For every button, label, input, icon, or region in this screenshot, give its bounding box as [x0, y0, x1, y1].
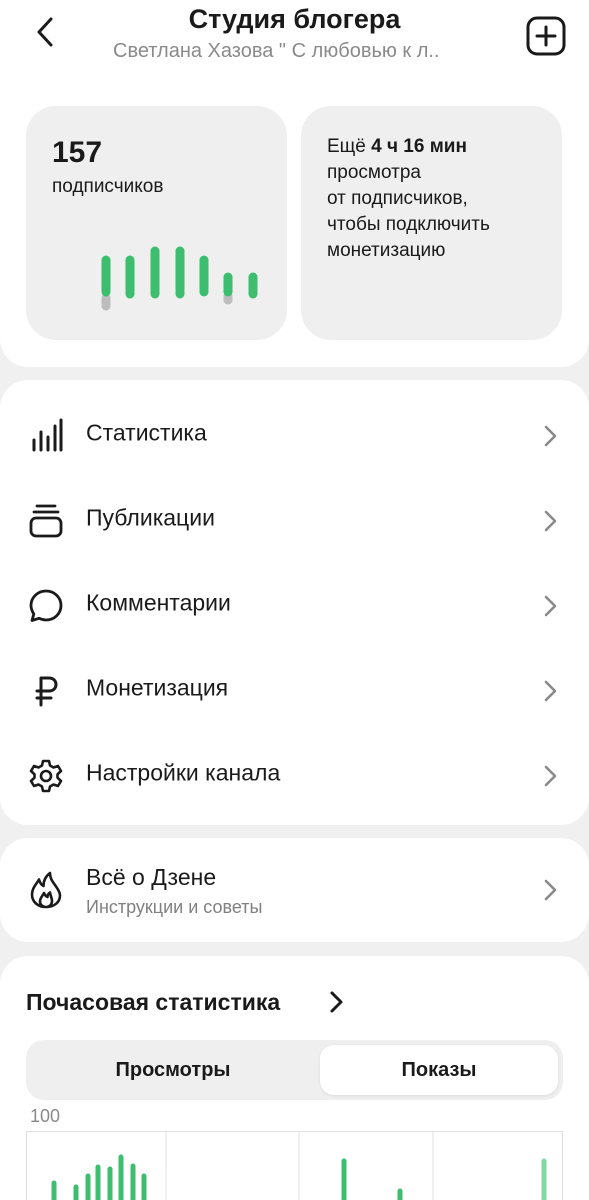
- about-title: Всё о Дзене: [86, 864, 217, 890]
- subscribers-count: 157: [52, 136, 103, 169]
- menu-label-statistics: Статистика: [86, 419, 207, 446]
- bar-chart-icon: [32, 418, 63, 452]
- metric-switcher: Просмотры Показы: [26, 1040, 563, 1100]
- menu-label-publications: Публикации: [86, 504, 215, 531]
- monet-time: 4 ч 16 мин: [371, 136, 467, 157]
- menu-item-publications[interactable]: Публикации: [0, 479, 589, 564]
- monet-line3: от подписчиков,: [327, 188, 468, 209]
- monet-line4: чтобы подключить: [327, 214, 490, 235]
- monet-line5: монетизацию: [327, 240, 446, 261]
- about-subtitle: Инструкции и советы: [86, 897, 263, 917]
- subscribers-mini-chart: [101, 246, 258, 311]
- chevron-right-icon: [544, 765, 557, 787]
- gear-icon: [29, 759, 63, 793]
- menu-label-channel-settings: Настройки канала: [86, 759, 281, 786]
- subscribers-label: подписчиков: [52, 176, 164, 197]
- comment-icon: [29, 589, 63, 622]
- menu-item-comments[interactable]: Комментарии: [0, 564, 589, 649]
- menu-item-channel-settings[interactable]: Настройки канала: [0, 734, 589, 819]
- monetization-progress-card[interactable]: Ещё 4 ч 16 мин просмотра от подписчиков,…: [301, 106, 562, 340]
- monet-prefix: Ещё: [327, 136, 372, 157]
- about-zen-item[interactable]: Всё о Дзене Инструкции и советы: [0, 838, 589, 942]
- chevron-right-icon[interactable]: [326, 990, 346, 1014]
- menu-item-statistics[interactable]: Статистика: [0, 394, 589, 479]
- overview-section: 157 подписчиков Ещё 4 ч 16 мин просмотра…: [0, 100, 589, 367]
- hourly-stats-title[interactable]: Почасовая статистика: [26, 989, 280, 1016]
- stack-icon: [29, 504, 63, 538]
- chevron-right-icon: [544, 595, 557, 617]
- header: Студия блогера Светлана Хазова " С любов…: [0, 0, 589, 100]
- chevron-right-icon: [544, 425, 557, 447]
- studio-menu: Статистика Публикации Комментарии Монети…: [0, 380, 589, 825]
- flame-icon: [30, 871, 62, 909]
- subscribers-card[interactable]: 157 подписчиков: [26, 106, 287, 340]
- chart-frame: [26, 1131, 563, 1200]
- monet-line2: просмотра: [327, 162, 421, 183]
- chevron-right-icon: [544, 510, 557, 532]
- add-button[interactable]: [526, 16, 566, 56]
- plus-square-icon: [526, 16, 566, 56]
- chevron-right-icon: [544, 879, 557, 901]
- channel-name: Светлана Хазова " С любовью к л..: [113, 40, 440, 62]
- y-axis-max-label: 100: [30, 1106, 61, 1126]
- menu-label-comments: Комментарии: [86, 589, 231, 616]
- hourly-stats-section: Почасовая статистика Просмотры Показы 10…: [0, 956, 589, 1200]
- menu-item-monetization[interactable]: Монетизация: [0, 649, 589, 734]
- monetization-text: Ещё 4 ч 16 мин просмотра от подписчиков,…: [327, 134, 547, 264]
- tab-shows[interactable]: Показы: [320, 1045, 558, 1095]
- ruble-icon: [35, 676, 58, 707]
- tab-views[interactable]: Просмотры: [31, 1045, 315, 1095]
- hourly-chart: [26, 1131, 563, 1200]
- chevron-right-icon: [544, 680, 557, 702]
- page-title: Студия блогера: [188, 4, 401, 34]
- menu-label-monetization: Монетизация: [86, 674, 229, 701]
